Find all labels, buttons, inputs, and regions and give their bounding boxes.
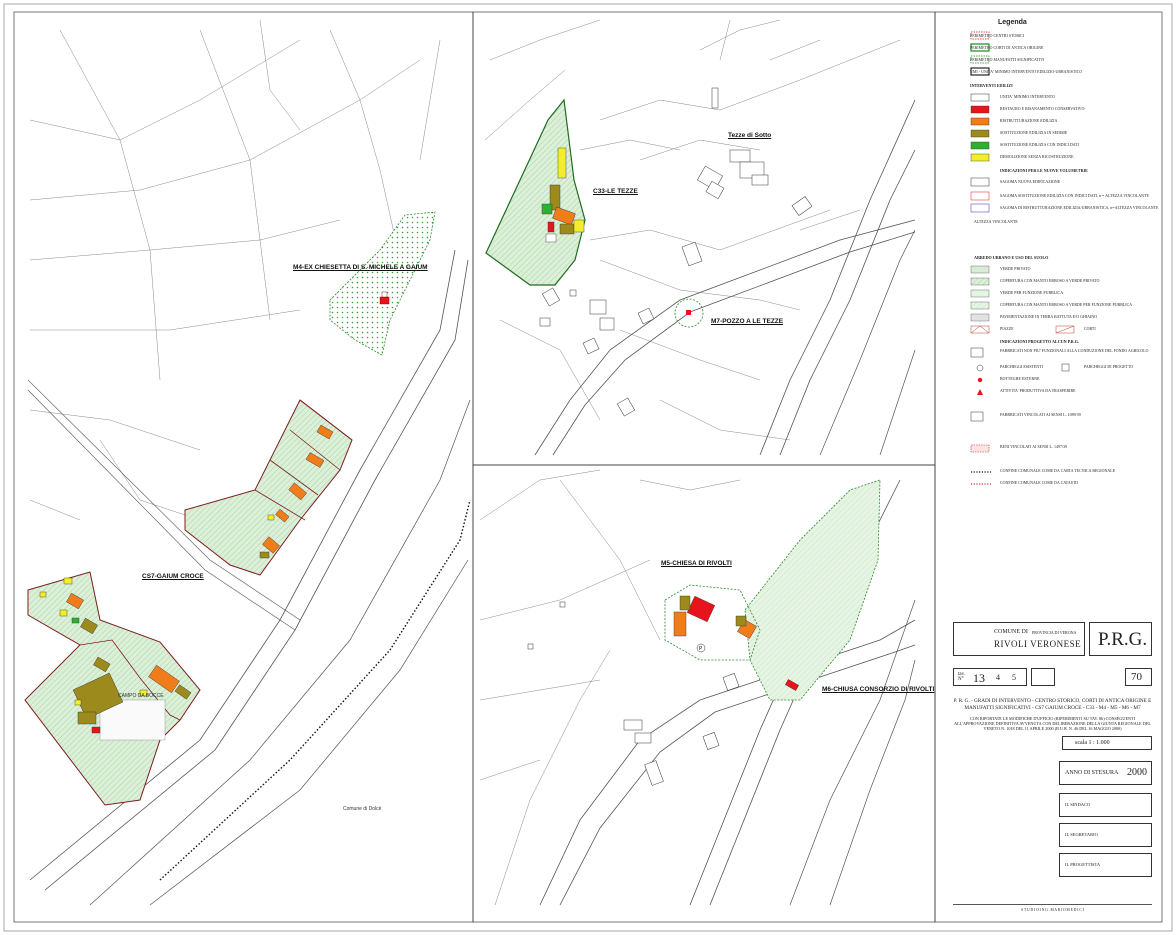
legend-title: Legenda — [998, 19, 1027, 26]
plan-description: P. R. G. - GRADI DI INTERVENTO - CENTRO … — [953, 698, 1152, 711]
legend-item: PIAZZE — [1000, 327, 1014, 331]
anno-box: ANNO DI STESURA 2000 — [1059, 761, 1152, 785]
legend-item: PARCHEGGI DI PROGETTO — [1084, 365, 1134, 369]
progettista-box: IL PROGETTISTA — [1059, 853, 1152, 877]
legend-item: RISTRUTTURAZIONE EDILIZIA — [1000, 119, 1058, 123]
prg-title: P.R.G. — [1098, 629, 1148, 650]
legend-heading: INTERVENTI EDILIZI — [970, 83, 1013, 88]
label-comune-dolce: Comune di Dolcè — [343, 806, 382, 812]
anno-label: ANNO DI STESURA — [1065, 770, 1119, 776]
tav-box: tav. N° 13 4 5 — [953, 668, 1027, 686]
title-block-prg: P.R.G. — [1089, 622, 1152, 656]
legend-item: UMI - UNITA' MINIMO INTERVENTO EDILIZIO-… — [970, 70, 1083, 74]
tav-number: 13 — [973, 671, 985, 685]
tav-label: tav. N° — [958, 672, 966, 682]
scale: scala 1 : 1.000 — [1075, 740, 1110, 746]
legend-item: PERIMETRO CORTI DI ANTICA ORIGINE — [970, 46, 1044, 50]
studio-footer: S T U D I O I N G . M A R I O M E D I C … — [953, 904, 1152, 912]
legend-item: SAGOMA NUOVA EDIFICAZIONE — [1000, 180, 1061, 184]
label-cs7: CS7-GAIUM CROCE — [142, 573, 204, 580]
legend-item: FABBRICATI NON PIU' FUNZIONALI ALLA COND… — [1000, 349, 1149, 353]
legend-item: BOTTEGHE ESTERNE — [1000, 377, 1040, 381]
legend-item: VERDE PER FUNZIONE PUBBLICA — [1000, 291, 1064, 295]
comune-di: COMUNE DI — [994, 629, 1028, 635]
legend-item: SAGOMA SOSTITUZIONE EDILIZIA CON INDICI … — [1000, 194, 1149, 198]
progettista-label: IL PROGETTISTA — [1065, 862, 1101, 867]
legend-item: SOSTITUZIONE EDILIZIA CON INDICI DATI — [1000, 143, 1079, 147]
legend-item: PARCHEGGI ESISTENTI — [1000, 365, 1044, 369]
legend-item: COPERTURA CON MANTO ERBOSO A VERDE PRIVA… — [1000, 279, 1100, 283]
label-tezze-sotto: Tezze di Sotto — [728, 132, 772, 139]
plan-sheet: P — [3, 3, 1173, 932]
label-c33: C33-LE TEZZE — [593, 188, 638, 195]
legend-item: PERIMETRO CENTRI STORICI — [970, 34, 1025, 38]
anno-value: 2000 — [1127, 767, 1147, 778]
legend-heading: INDICAZIONI PER LE NUOVE VOLUMETRIE — [1000, 168, 1088, 173]
label-campo-bocce: CAMPO DA BOCCE — [118, 693, 164, 699]
label-m5: M5-CHIESA DI RIVOLTI — [661, 560, 732, 567]
tav-sub-b: 5 — [1012, 673, 1016, 682]
tav-empty-box — [1031, 668, 1055, 686]
title-block-comune: COMUNE DI PROVINCIA DI VERONA RIVOLI VER… — [953, 622, 1085, 656]
provincia: PROVINCIA DI VERONA — [1032, 630, 1077, 635]
sheet-number: 70 — [1131, 671, 1142, 683]
legend-item: CORTI — [1084, 327, 1096, 331]
legend-item: SOSTITUZIONE EDILIZIA IN SEDIME — [1000, 131, 1068, 135]
legend-item: SAGOMA DI RISTRUTTURAZIONE EDILIZIA/URBA… — [1000, 206, 1159, 210]
legend-item: DEMOLIZIONE SENZA RICOSTRUZIONE — [1000, 155, 1074, 159]
legend-item: COPERTURA CON MANTO ERBOSO A VERDE PER F… — [1000, 303, 1133, 307]
segretario-label: IL SEGRETARIO — [1065, 832, 1098, 837]
legend-item: ATTIVITA' PRODUTTIVA DA TRASFERIRE — [1000, 389, 1076, 393]
legend-item: ALTEZZA VINCOLANTE — [974, 220, 1018, 224]
label-m6: M6-CHIUSA CONSORZIO DI RIVOLTI — [822, 686, 935, 693]
segretario-box: IL SEGRETARIO — [1059, 823, 1152, 847]
legend-item: PERIMETRO MANUFATTI SIGNIFICATIVI — [970, 58, 1045, 62]
legend-heading: INDICAZIONI PROGETTO ALCUN P.R.G. — [1000, 339, 1079, 344]
scale-box: scala 1 : 1.000 — [1062, 736, 1152, 750]
sindaco-label: IL SINDACO — [1065, 802, 1091, 807]
legend-item: BENI VINCOLATI AI SENSI L. 1497/39 — [1000, 445, 1068, 449]
legend-item: RESTAURO E RISANAMENTO CONSERVATIVO — [1000, 107, 1085, 111]
label-m4: M4-EX CHIESETTA DI S. MICHELE A GAIUM — [293, 264, 428, 271]
studio-name: S T U D I O I N G . M A R I O M E D I C … — [1021, 908, 1084, 912]
legend-item: CONFINE COMUNALE COME DA CATASTO — [1000, 481, 1079, 485]
legend-item: PAVIMENTAZIONE IN TERRA BATTUTA E/O GHIA… — [1000, 315, 1098, 319]
legend-item: VERDE PRIVATO — [1000, 267, 1031, 271]
sheet-number-box: 70 — [1125, 668, 1152, 686]
tav-sub-a: 4 — [996, 673, 1000, 682]
comune-name: RIVOLI VERONESE — [994, 639, 1082, 649]
legend-item: CONFINE COMUNALE COME DA CARTA TECNICA R… — [1000, 469, 1116, 473]
sindaco-box: IL SINDACO — [1059, 793, 1152, 817]
plan-note: CON RIPORTATE LE MODIFICHE D'UFFICIO (RI… — [954, 716, 1151, 731]
label-m7: M7-POZZO A LE TEZZE — [711, 318, 784, 325]
legend-item: UNITA' MINIMO INTERVENTO — [1000, 95, 1056, 99]
legend-item: FABBRICATI VINCOLATI AI SENSI L. 1089/39 — [1000, 413, 1081, 417]
legend-heading: ARREDO URBANO E USO DEL SUOLO — [974, 255, 1049, 260]
